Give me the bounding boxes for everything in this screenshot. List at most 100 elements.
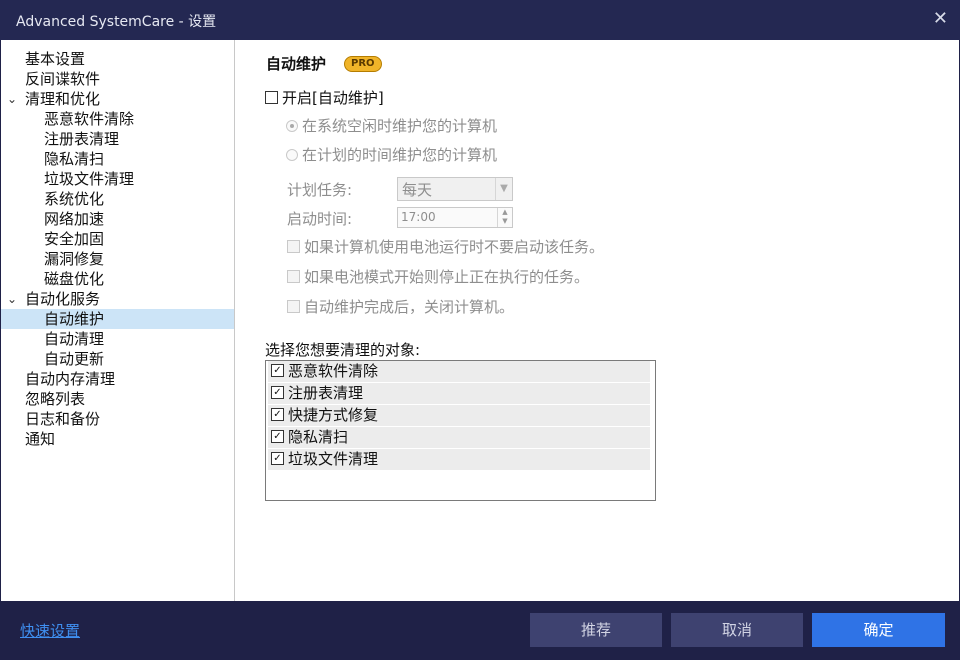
sidebar-item[interactable]: 忽略列表 bbox=[1, 389, 234, 409]
settings-sidebar: 基本设置反间谍软件 ⌄ 清理和优化恶意软件清除 注册表清理隐私清扫垃圾文件清理 系统优化… bbox=[1, 40, 235, 601]
target-label: 垃圾文件清理 bbox=[288, 450, 379, 468]
sidebar-item-label: 自动清理 bbox=[44, 330, 105, 348]
sidebar-item-label: 注册表清理 bbox=[44, 130, 120, 148]
target-checkbox[interactable]: ✓ bbox=[271, 364, 284, 377]
target-label: 恶意软件清除 bbox=[288, 362, 379, 380]
close-icon[interactable]: ✕ bbox=[933, 8, 948, 29]
sidebar-item[interactable]: 自动内存清理 bbox=[1, 369, 234, 389]
sidebar-item-label: 基本设置 bbox=[25, 50, 86, 68]
sidebar-item[interactable]: 自动清理 bbox=[1, 329, 234, 349]
enable-checkbox[interactable] bbox=[265, 91, 278, 104]
sidebar-item[interactable]: 安全加固 bbox=[1, 229, 234, 249]
sidebar-item-label: 反间谍软件 bbox=[25, 70, 101, 88]
schedule-label: 计划任务: bbox=[287, 181, 353, 199]
spinner-icon[interactable]: ▲ ▼ bbox=[497, 208, 512, 227]
recommend-button[interactable]: 推荐 bbox=[530, 613, 662, 647]
radio-schedule-label: 在计划的时间维护您的计算机 bbox=[302, 146, 498, 164]
sidebar-item[interactable]: ⌄ 清理和优化 bbox=[1, 89, 234, 109]
sidebar-item[interactable]: 垃圾文件清理 bbox=[1, 169, 234, 189]
sidebar-item[interactable]: 通知 bbox=[1, 429, 234, 449]
target-checkbox[interactable]: ✓ bbox=[271, 408, 284, 421]
battery-stop-option[interactable]: 如果电池模式开始则停止正在执行的任务。 bbox=[287, 266, 589, 287]
targets-listbox[interactable]: ✓ 恶意软件清除 ✓ 注册表清理 ✓ 快捷方式修复 ✓ 隐私清扫 ✓ 垃圾文件清理 bbox=[265, 360, 656, 501]
ok-button[interactable]: 确定 bbox=[812, 613, 945, 647]
sidebar-item-label: 漏洞修复 bbox=[44, 250, 105, 268]
sidebar-item-label: 通知 bbox=[25, 430, 56, 448]
sidebar-item[interactable]: 网络加速 bbox=[1, 209, 234, 229]
battery-label: 如果计算机使用电池运行时不要启动该任务。 bbox=[304, 238, 605, 256]
shutdown-checkbox[interactable] bbox=[287, 300, 300, 313]
sidebar-item[interactable]: 自动维护 bbox=[1, 309, 234, 329]
sidebar-item-label: 安全加固 bbox=[44, 230, 105, 248]
target-item[interactable]: ✓ 隐私清扫 bbox=[268, 427, 650, 448]
section-title: 自动维护 bbox=[266, 55, 327, 73]
battery-option[interactable]: 如果计算机使用电池运行时不要启动该任务。 bbox=[287, 236, 604, 257]
target-label: 快捷方式修复 bbox=[288, 406, 379, 424]
sidebar-item-label: 系统优化 bbox=[44, 190, 105, 208]
radio-idle-option[interactable]: 在系统空闲时维护您的计算机 bbox=[286, 115, 497, 136]
sidebar-item[interactable]: 注册表清理 bbox=[1, 129, 234, 149]
chevron-down-icon[interactable]: ⌄ bbox=[7, 289, 17, 309]
sidebar-item[interactable]: 隐私清扫 bbox=[1, 149, 234, 169]
battery-stop-checkbox[interactable] bbox=[287, 270, 300, 283]
target-item[interactable]: ✓ 垃圾文件清理 bbox=[268, 449, 650, 470]
sidebar-item[interactable]: 自动更新 bbox=[1, 349, 234, 369]
start-time-value: 17:00 bbox=[401, 210, 436, 224]
sidebar-item-label: 清理和优化 bbox=[25, 90, 101, 108]
sidebar-item[interactable]: 漏洞修复 bbox=[1, 249, 234, 269]
sidebar-item-label: 网络加速 bbox=[44, 210, 105, 228]
target-item[interactable]: ✓ 注册表清理 bbox=[268, 383, 650, 404]
schedule-value: 每天 bbox=[402, 181, 433, 199]
sidebar-item[interactable]: 日志和备份 bbox=[1, 409, 234, 429]
sidebar-item-label: 忽略列表 bbox=[25, 390, 86, 408]
chevron-down-icon[interactable]: ▼ bbox=[495, 178, 512, 200]
targets-label: 选择您想要清理的对象: bbox=[265, 341, 421, 359]
sidebar-item-label: 恶意软件清除 bbox=[44, 110, 135, 128]
window-title: Advanced SystemCare - 设置 bbox=[16, 14, 217, 30]
sidebar-item-label: 磁盘优化 bbox=[44, 270, 105, 288]
shutdown-option[interactable]: 自动维护完成后，关闭计算机。 bbox=[287, 296, 514, 317]
radio-idle-label: 在系统空闲时维护您的计算机 bbox=[302, 117, 498, 135]
quick-settings-link[interactable]: 快速设置 bbox=[20, 620, 80, 641]
target-checkbox[interactable]: ✓ bbox=[271, 430, 284, 443]
radio-idle[interactable] bbox=[286, 119, 298, 132]
sidebar-item[interactable]: 恶意软件清除 bbox=[1, 109, 234, 129]
footer-bar: 快速设置 推荐 取消 确定 bbox=[0, 601, 960, 660]
settings-panel: 自动维护 PRO 开启[自动维护] 在系统空闲时维护您的计算机 在计划的时间维护… bbox=[235, 40, 959, 601]
target-checkbox[interactable]: ✓ bbox=[271, 386, 284, 399]
sidebar-item[interactable]: 系统优化 bbox=[1, 189, 234, 209]
enable-label: 开启[自动维护] bbox=[282, 89, 384, 107]
targets-list: ✓ 恶意软件清除 ✓ 注册表清理 ✓ 快捷方式修复 ✓ 隐私清扫 ✓ 垃圾文件清理 bbox=[266, 361, 655, 470]
radio-schedule-option[interactable]: 在计划的时间维护您的计算机 bbox=[286, 144, 497, 165]
sidebar-item[interactable]: ⌄ 自动化服务 bbox=[1, 289, 234, 309]
target-item[interactable]: ✓ 恶意软件清除 bbox=[268, 361, 650, 382]
title-bar: Advanced SystemCare - 设置 ✕ bbox=[0, 0, 960, 40]
start-time-input[interactable]: 17:00 ▲ ▼ bbox=[397, 207, 513, 228]
sidebar-item[interactable]: 基本设置 bbox=[1, 49, 234, 69]
sidebar-item-label: 自动内存清理 bbox=[25, 370, 116, 388]
sidebar-item-label: 隐私清扫 bbox=[44, 150, 105, 168]
schedule-select[interactable]: 每天 ▼ bbox=[397, 177, 513, 201]
radio-schedule[interactable] bbox=[286, 148, 298, 161]
start-time-label: 启动时间: bbox=[287, 210, 353, 228]
sidebar-item-label: 自动更新 bbox=[44, 350, 105, 368]
sidebar-item[interactable]: 反间谍软件 bbox=[1, 69, 234, 89]
battery-checkbox[interactable] bbox=[287, 240, 300, 253]
battery-stop-label: 如果电池模式开始则停止正在执行的任务。 bbox=[304, 268, 590, 286]
sidebar-item-label: 自动化服务 bbox=[25, 290, 101, 308]
target-item[interactable]: ✓ 快捷方式修复 bbox=[268, 405, 650, 426]
pro-badge: PRO bbox=[344, 56, 382, 72]
cancel-button[interactable]: 取消 bbox=[671, 613, 803, 647]
target-checkbox[interactable]: ✓ bbox=[271, 452, 284, 465]
sidebar-item-label: 日志和备份 bbox=[25, 410, 101, 428]
shutdown-label: 自动维护完成后，关闭计算机。 bbox=[304, 298, 515, 316]
sidebar-item-label: 自动维护 bbox=[44, 310, 105, 328]
settings-tree: 基本设置反间谍软件 ⌄ 清理和优化恶意软件清除 注册表清理隐私清扫垃圾文件清理 系统优化… bbox=[1, 49, 234, 449]
target-label: 注册表清理 bbox=[288, 384, 364, 402]
sidebar-item-label: 垃圾文件清理 bbox=[44, 170, 135, 188]
enable-auto-maintenance[interactable]: 开启[自动维护] bbox=[265, 87, 384, 108]
chevron-down-icon[interactable]: ⌄ bbox=[7, 89, 17, 109]
sidebar-item[interactable]: 磁盘优化 bbox=[1, 269, 234, 289]
target-label: 隐私清扫 bbox=[288, 428, 349, 446]
settings-content: 基本设置 反间谍软件 ⌄ 清理和优化 恶意软件清除 注册表清理 隐私清扫 垃圾文件清理 系统优化… bbox=[1, 40, 959, 601]
